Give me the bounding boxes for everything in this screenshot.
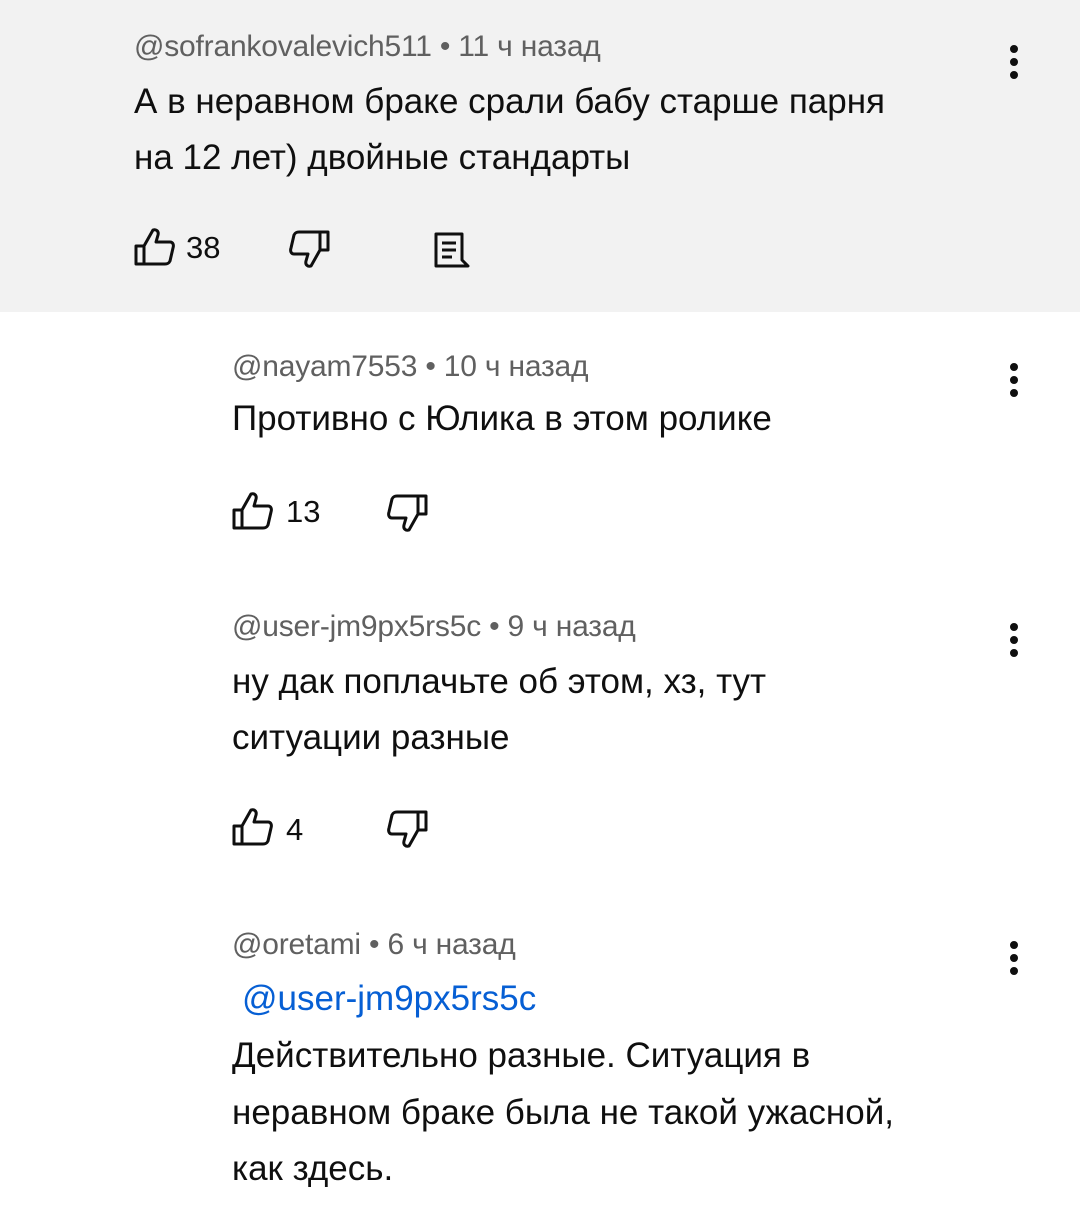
mention-link[interactable]: @user-jm9px5rs5c — [242, 979, 536, 1019]
thumb-down-icon[interactable] — [386, 492, 428, 534]
thumb-down-icon[interactable] — [386, 808, 428, 850]
comment-text-line: Противно с Юлика в этом ролике — [232, 399, 772, 438]
comment-actions: 38 — [134, 226, 474, 270]
comment-text-line: Действительно разные. Ситуация в — [232, 1036, 811, 1075]
like-count: 13 — [286, 494, 321, 529]
like-count: 38 — [186, 230, 221, 265]
comment-text-line: ситуации разные — [232, 718, 510, 757]
comments-screen: @sofrankovalevich511 • 11 ч назад А в не… — [0, 0, 1080, 1209]
more-options-icon[interactable] — [1004, 936, 1024, 980]
comment-actions: 13 — [232, 490, 432, 534]
more-options-icon[interactable] — [1004, 358, 1024, 402]
thumb-up-icon[interactable] — [134, 226, 176, 268]
comment-text-line: ну дак поплачьте об этом, хз, тут — [232, 662, 767, 701]
thumb-up-icon[interactable] — [232, 490, 274, 532]
comment-text-line: на 12 лет) двойные стандарты — [134, 138, 631, 177]
like-count: 4 — [286, 812, 304, 847]
reply-icon[interactable] — [430, 228, 472, 270]
more-options-icon[interactable] — [1004, 618, 1024, 662]
comment-meta[interactable]: @oretami • 6 ч назад — [232, 928, 516, 962]
comment-actions: 4 — [232, 806, 432, 850]
comment-meta[interactable]: @user-jm9px5rs5c • 9 ч назад — [232, 610, 636, 644]
comment-text-line: как здесь. — [232, 1149, 394, 1188]
comment-meta[interactable]: @nayam7553 • 10 ч назад — [232, 350, 589, 384]
comment-text-line: А в неравном браке срали бабу старше пар… — [134, 82, 885, 121]
thumb-up-icon[interactable] — [232, 806, 274, 848]
more-options-icon[interactable] — [1004, 40, 1024, 84]
comment-meta[interactable]: @sofrankovalevich511 • 11 ч назад — [134, 30, 601, 64]
comment-text-line: неравном браке была не такой ужасной, — [232, 1093, 894, 1132]
thumb-down-icon[interactable] — [288, 228, 330, 270]
